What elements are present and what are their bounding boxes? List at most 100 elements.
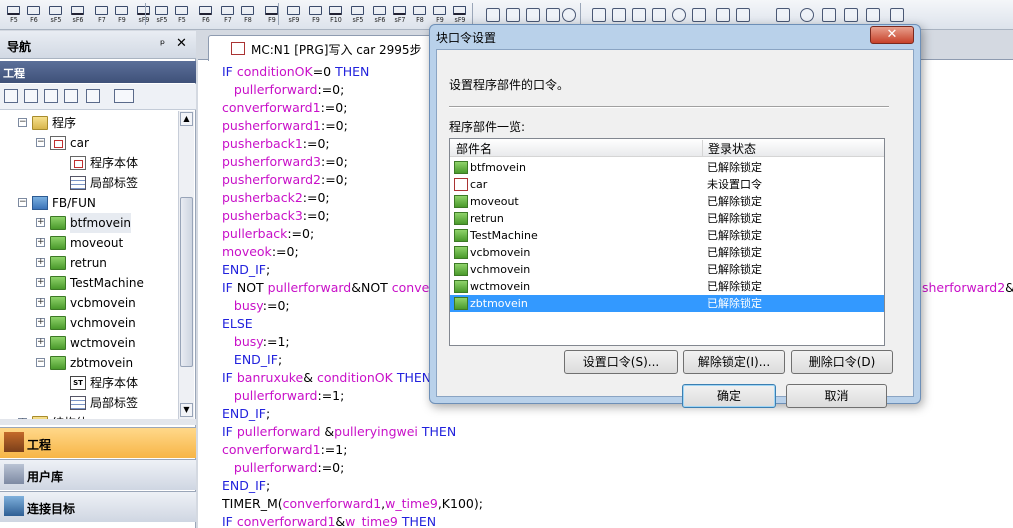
delete-password-button[interactable]: 删除口令(D) — [791, 350, 893, 374]
toolbar-key-button[interactable]: F9 — [306, 4, 324, 24]
list-item[interactable]: vchmovein 已解除锁定 — [450, 261, 884, 278]
toolbar-icon[interactable] — [562, 8, 576, 22]
list-item[interactable]: vcbmovein 已解除锁定 — [450, 244, 884, 261]
toolbar-icon[interactable] — [546, 8, 560, 22]
list-item[interactable]: btfmovein 已解除锁定 — [450, 159, 884, 176]
list-item[interactable]: car 未设置口令 — [450, 176, 884, 193]
expand-icon[interactable]: + — [36, 258, 45, 267]
scroll-thumb[interactable] — [180, 197, 193, 367]
toolbar-icon[interactable] — [612, 8, 626, 22]
code-token: THEN — [335, 64, 370, 79]
code-token: ; — [266, 262, 271, 277]
collapse-icon[interactable]: − — [36, 138, 45, 147]
toolbar-key-button[interactable]: F9 — [112, 4, 130, 24]
toolbar-separator — [145, 3, 146, 25]
toolbar-key-button[interactable]: sF9 — [284, 4, 302, 24]
unlock-button[interactable]: 解除锁定(I)... — [683, 350, 785, 374]
list-item[interactable]: moveout 已解除锁定 — [450, 193, 884, 210]
toolbar-key-button[interactable]: F8 — [410, 4, 428, 24]
toolbar-key-button[interactable]: sF9 — [134, 4, 152, 24]
toolbar-icon[interactable] — [652, 8, 666, 22]
refresh-icon[interactable] — [86, 89, 100, 103]
toolbar-key-button[interactable]: sF5 — [46, 4, 64, 24]
scroll-up-icon[interactable]: ▲ — [180, 112, 193, 126]
new-item-icon[interactable] — [4, 89, 18, 103]
list-item[interactable]: TestMachine 已解除锁定 — [450, 227, 884, 244]
tree-hscroll[interactable] — [0, 419, 196, 425]
tree-scrollbar[interactable]: ▲ ▼ — [178, 111, 194, 419]
tree-item-label: 程序本体 — [90, 376, 139, 390]
project-tree: − 程序 − car 程序本体 局部标签 − FB/FUN + btfmovein + moveout… — [0, 111, 178, 419]
code-token: IF — [222, 370, 237, 385]
paste-icon[interactable] — [44, 89, 58, 103]
nav-section-project-label: 工程 — [27, 438, 52, 452]
toolbar-icon[interactable] — [506, 8, 520, 22]
nav-section-library[interactable]: 用户库 — [0, 459, 196, 490]
properties-icon[interactable] — [64, 89, 78, 103]
scroll-down-icon[interactable]: ▼ — [180, 403, 193, 417]
tree-item-label: moveout — [70, 236, 124, 250]
ladder-symbol-icon — [373, 6, 386, 15]
expand-icon[interactable]: + — [36, 238, 45, 247]
code-token: converforward1 — [222, 442, 321, 457]
editor-tab[interactable]: MC:N1 [PRG]写入 car 2995步 — [208, 35, 448, 61]
toolbar-icon[interactable] — [716, 8, 730, 22]
toolbar-key-button[interactable]: F9 — [430, 4, 448, 24]
options-dropdown-icon[interactable] — [114, 89, 134, 103]
nav-section-project[interactable]: 工程 — [0, 427, 196, 458]
toolbar-key-button[interactable]: F6 — [24, 4, 42, 24]
toolbar-key-label: F9 — [312, 16, 320, 24]
toolbar-key-label: sF9 — [454, 16, 466, 24]
close-icon[interactable]: ✕ — [176, 36, 187, 51]
toolbar-icon[interactable] — [692, 8, 706, 22]
toolbar-key-button[interactable]: F10 — [326, 4, 344, 24]
cancel-button[interactable]: 取消 — [786, 384, 887, 408]
toolbar-key-button[interactable]: F8 — [238, 4, 256, 24]
toolbar-key-button[interactable]: F7 — [218, 4, 236, 24]
toolbar-key-button[interactable]: sF6 — [370, 4, 388, 24]
toolbar-icon[interactable] — [526, 8, 540, 22]
list-item-status: 已解除锁定 — [707, 161, 762, 174]
component-list[interactable]: 部件名 登录状态 btfmovein 已解除锁定 car 未设置口令 moveout 已解… — [449, 138, 885, 346]
copy-icon[interactable] — [24, 89, 38, 103]
nav-section-connection[interactable]: 连接目标 — [0, 491, 196, 522]
set-password-button[interactable]: 设置口令(S)... — [564, 350, 678, 374]
list-item[interactable]: wctmovein 已解除锁定 — [450, 278, 884, 295]
column-header-name[interactable]: 部件名 — [456, 140, 492, 157]
column-header-status[interactable]: 登录状态 — [702, 140, 756, 157]
expand-icon[interactable]: + — [36, 278, 45, 287]
list-item-name: btfmovein — [470, 161, 526, 174]
toolbar-key-button[interactable]: sF7 — [390, 4, 408, 24]
expand-icon[interactable]: + — [36, 298, 45, 307]
toolbar-icon[interactable] — [592, 8, 606, 22]
dialog-close-button[interactable]: ✕ — [870, 26, 914, 44]
list-item[interactable]: retrun 已解除锁定 — [450, 210, 884, 227]
collapse-icon[interactable]: − — [36, 358, 45, 367]
toolbar-icon[interactable] — [632, 8, 646, 22]
toolbar-icon[interactable] — [672, 8, 686, 22]
toolbar-key-button[interactable]: F6 — [196, 4, 214, 24]
pin-icon[interactable]: ᵖ — [160, 37, 165, 51]
toolbar-key-button[interactable]: F7 — [92, 4, 110, 24]
expand-icon[interactable]: + — [36, 318, 45, 327]
expand-icon[interactable]: + — [36, 218, 45, 227]
expand-icon[interactable]: + — [36, 338, 45, 347]
collapse-icon[interactable]: − — [18, 118, 27, 127]
toolbar-icon[interactable] — [486, 8, 500, 22]
toolbar-key-button[interactable]: sF6 — [68, 4, 86, 24]
ok-button[interactable]: 确定 — [682, 384, 776, 408]
list-item[interactable]: zbtmovein 已解除锁定 — [450, 295, 884, 312]
toolbar-key-button[interactable]: sF5 — [152, 4, 170, 24]
toolbar-icon[interactable] — [736, 8, 750, 22]
toolbar-key-button[interactable]: sF5 — [348, 4, 366, 24]
code-token: :=0; — [287, 226, 315, 241]
toolbar-key-button[interactable]: sF9 — [450, 4, 468, 24]
code-token: pusherback1 — [222, 136, 303, 151]
toolbar-key-button[interactable]: F5 — [172, 4, 190, 24]
code-token: :=1; — [317, 388, 345, 403]
toolbar-key-button[interactable]: F5 — [4, 4, 22, 24]
tree-item-label: 局部标签 — [90, 176, 139, 190]
nav-title-bar: 导航 ᵖ ✕ — [0, 31, 196, 59]
collapse-icon[interactable]: − — [18, 198, 27, 207]
list-item-status: 已解除锁定 — [707, 229, 762, 242]
